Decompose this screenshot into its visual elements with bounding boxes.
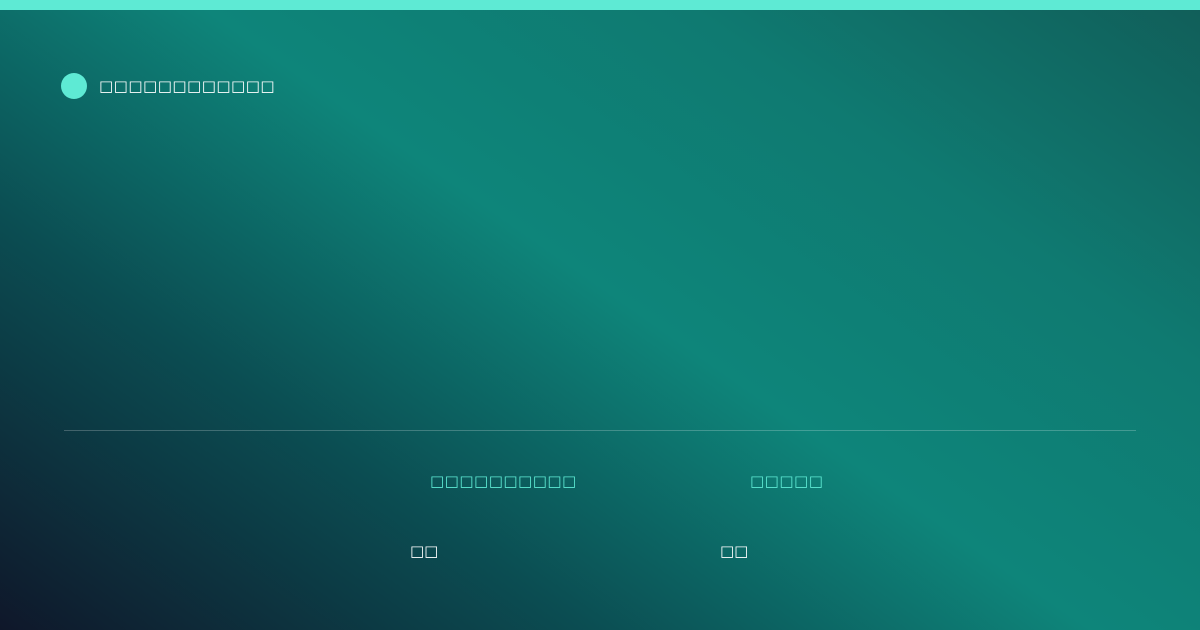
- accent-top-bar: [0, 0, 1200, 10]
- brand-label: □□□□□□□□□□□□: [99, 77, 276, 95]
- stat-label-2: □□□□□: [750, 472, 824, 490]
- brand-dot-icon: [61, 73, 87, 99]
- divider: [64, 430, 1136, 431]
- stat-value-2: □□: [720, 542, 749, 560]
- stat-label-1: □□□□□□□□□□: [430, 472, 577, 490]
- stat-value-1: □□: [410, 542, 439, 560]
- brand: □□□□□□□□□□□□: [61, 73, 275, 99]
